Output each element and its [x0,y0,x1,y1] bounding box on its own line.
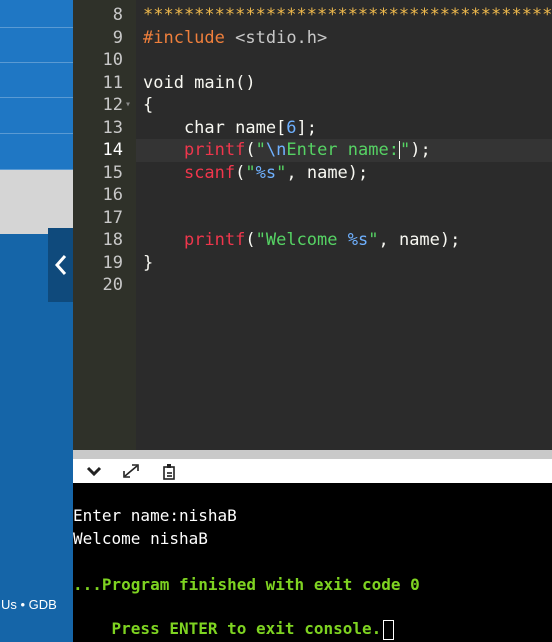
code-token: ]; [296,117,318,138]
sidebar-footer-text: Us • GDB [1,597,57,612]
line-number: 10 [102,50,123,70]
code-token: printf [183,140,246,160]
console-output-line: Welcome nishaB [73,529,208,548]
code-token: , name); [378,230,461,250]
sidebar-panel [0,170,73,234]
code-token: 6 [286,117,297,138]
line-number: 17 [102,207,123,228]
code-token: <stdio.h> [235,27,328,48]
line-number: 13 [102,117,123,138]
code-token: **************************************** [143,5,552,25]
console-output-line: Enter name:nishaB [73,506,237,525]
console-cursor[interactable] [383,619,395,640]
chevron-down-icon [86,466,102,477]
code-line[interactable]: } [143,252,153,275]
code-token: { [143,95,154,115]
panel-divider[interactable] [73,450,552,459]
code-token: char name[ [143,117,287,138]
code-line[interactable]: scanf("%s", name); [143,162,368,185]
code-line[interactable]: char name[6]; [143,117,317,140]
code-token: %s [347,230,369,250]
sidebar-item[interactable] [0,28,73,63]
line-number-gutter: 8 9 10 11 12 ▾ 13 14 15 16 17 18 19 20 [73,0,136,450]
code-token: , name); [286,162,369,183]
line-number: 18 [102,230,123,250]
sidebar-item[interactable] [0,98,73,134]
line-number: 15 [102,162,123,183]
code-token: #include [143,27,225,48]
expand-icon [123,464,139,478]
console-prompt-line: Press ENTER to exit console. [73,596,395,642]
code-token: " [276,162,287,183]
minimize-console-button[interactable] [83,461,105,481]
expand-console-button[interactable] [120,461,142,481]
code-token: Enter name: [286,140,399,160]
code-token: " [399,140,411,160]
code-area[interactable]: ****************************************… [136,0,552,450]
code-token: scanf [183,162,236,183]
line-number: 20 [102,275,123,295]
chevron-left-icon [54,255,66,275]
code-line[interactable]: printf("Welcome %s", name); [143,229,460,252]
code-token: ( [245,140,256,160]
code-token: void main() [143,72,256,93]
console-prompt-text: Press ENTER to exit console. [111,619,382,638]
copy-icon [163,464,175,480]
code-token: ); [410,140,431,160]
line-number: 16 [102,185,123,205]
line-number: 9 [112,27,123,48]
console-exit-message: ...Program finished with exit code 0 [73,575,420,594]
code-token: " [255,140,266,160]
line-number: 14 [102,140,123,160]
code-token: } [143,252,154,273]
sidebar-item[interactable] [0,0,73,28]
code-line[interactable]: **************************************** [143,4,552,27]
code-token: printf [183,230,246,250]
code-token: "Welcome [255,230,348,250]
code-line[interactable]: #include <stdio.h> [143,27,327,50]
fold-arrow-icon[interactable]: ▾ [125,94,135,117]
code-line[interactable]: { [143,94,153,117]
sidebar-item[interactable] [0,63,73,98]
output-console[interactable]: Enter name:nishaB Welcome nishaB ...Prog… [73,483,552,642]
code-token: %s [255,162,277,183]
left-sidebar: Us • GDB [0,0,73,642]
line-number: 19 [102,252,123,273]
line-number: 12 [102,95,123,115]
code-line[interactable]: void main() [143,72,256,95]
copy-console-button[interactable] [158,461,180,481]
code-token: ( [245,230,256,250]
code-token: " [368,230,379,250]
code-editor[interactable]: 8 9 10 11 12 ▾ 13 14 15 16 17 18 19 20 **************… [73,0,552,450]
collapse-sidebar-button[interactable] [48,228,73,302]
code-line[interactable]: printf("\nEnter name:"); [143,139,431,162]
code-token: " [245,162,256,183]
line-number: 11 [102,72,123,93]
code-token: ( [235,162,246,183]
sidebar-item[interactable] [0,134,73,170]
code-token: \n [265,140,287,160]
console-toolbar [73,459,552,483]
line-number: 8 [112,5,123,25]
